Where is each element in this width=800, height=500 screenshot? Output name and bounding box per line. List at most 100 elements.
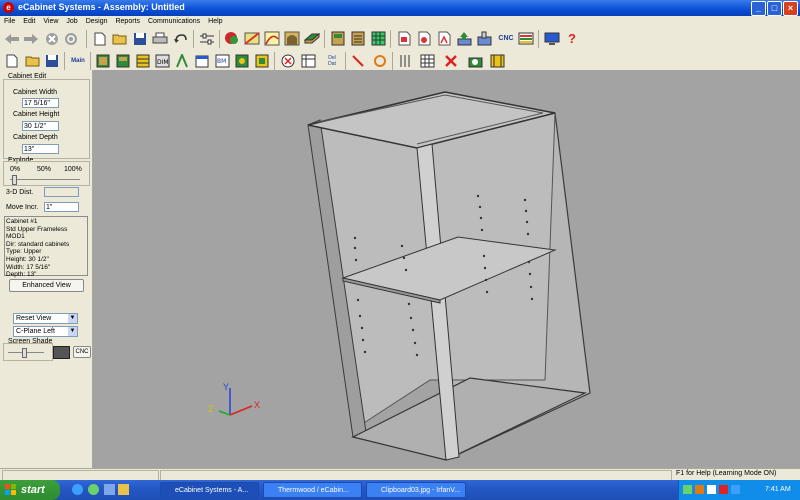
new-file-icon[interactable]	[91, 30, 109, 47]
design-open-icon[interactable]	[23, 52, 41, 69]
machine-icon[interactable]	[475, 30, 493, 47]
help-button[interactable]: ?	[563, 30, 581, 47]
axis-z-label: Z	[208, 404, 214, 414]
system-tray: 7:41 AM	[678, 480, 800, 500]
tray-security-icon[interactable]	[695, 485, 704, 494]
report-doc2-icon[interactable]	[415, 30, 433, 47]
curve-edit-icon[interactable]	[263, 30, 281, 47]
screen-shade-swatch[interactable]	[53, 346, 70, 359]
info-line: Dir: standard cabinets	[6, 240, 70, 248]
desktop-icon[interactable]	[104, 484, 115, 495]
print-icon[interactable]	[151, 30, 169, 47]
menu-communications[interactable]: Communications	[144, 16, 204, 27]
cnc-panel-button[interactable]: CNC	[73, 346, 91, 358]
cabinet-front-icon[interactable]	[94, 52, 112, 69]
close-button[interactable]: ×	[783, 1, 798, 16]
explode-tick-50: 50%	[37, 166, 52, 173]
upload-icon[interactable]	[455, 30, 473, 47]
screen-shade-thumb[interactable]	[22, 348, 27, 358]
dist-field[interactable]	[44, 187, 79, 197]
delete-icon[interactable]	[442, 52, 460, 69]
info-line: Width: 17 5/16"	[6, 263, 51, 271]
left-panel: Cabinet Edit Cabinet Width 17 5/16" Cabi…	[0, 70, 93, 468]
menu-file[interactable]: File	[0, 16, 19, 27]
minimize-button[interactable]: _	[751, 1, 766, 16]
menu-reports[interactable]: Reports	[111, 16, 144, 27]
enhanced-view-button[interactable]: Enhanced View	[9, 279, 84, 292]
explode-slider[interactable]	[10, 179, 80, 180]
move-incr-label: Move Incr.	[6, 204, 39, 211]
frame-icon[interactable]	[488, 52, 506, 69]
material-icon[interactable]	[223, 30, 241, 47]
cplane-dropdown[interactable]: C-Plane Left ▼	[13, 326, 78, 337]
delete-dat-button[interactable]: Del Dat	[321, 52, 343, 69]
3d-viewport[interactable]: Y X Z	[93, 70, 800, 468]
move-incr-field[interactable]: 1"	[44, 202, 79, 212]
x-axis-icon[interactable]	[279, 52, 297, 69]
rainbow-bar-icon[interactable]	[517, 30, 535, 47]
stop-icon[interactable]	[43, 30, 61, 47]
grid-layout-icon[interactable]	[369, 30, 387, 47]
bom-icon[interactable]: BM	[213, 52, 231, 69]
explode-slider-thumb[interactable]	[12, 175, 17, 185]
taskbar-item-ecabinet[interactable]: eCabinet Systems - A...	[160, 482, 259, 498]
dimension-icon[interactable]: DIM	[153, 52, 171, 69]
hardware-icon[interactable]	[233, 52, 251, 69]
table-edit-icon[interactable]	[299, 52, 317, 69]
arch-door-icon[interactable]	[283, 30, 301, 47]
settings-sliders-icon[interactable]	[198, 30, 216, 47]
menu-help[interactable]: Help	[204, 16, 226, 27]
tray-volume-icon[interactable]	[707, 485, 716, 494]
door-style-icon[interactable]	[253, 52, 271, 69]
report-doc-icon[interactable]	[395, 30, 413, 47]
open-folder-icon[interactable]	[111, 30, 129, 47]
menu-job[interactable]: Job	[62, 16, 81, 27]
design-save-icon[interactable]	[43, 52, 61, 69]
panel-stock-icon[interactable]	[303, 30, 321, 47]
camera-icon[interactable]	[466, 52, 484, 69]
calendar-icon[interactable]	[193, 52, 211, 69]
report-doc3-icon[interactable]	[435, 30, 453, 47]
menu-design[interactable]: Design	[82, 16, 112, 27]
reset-view-dropdown[interactable]: Reset View ▼	[13, 313, 78, 324]
cabinet-upper-icon[interactable]	[114, 52, 132, 69]
taskbar-item-thermwood[interactable]: Thermwood / eCabin...	[263, 482, 362, 498]
tray-alert-icon[interactable]	[719, 485, 728, 494]
tray-network-icon[interactable]	[683, 485, 692, 494]
tray-app-icon[interactable]	[731, 485, 740, 494]
start-button[interactable]: start	[0, 480, 60, 500]
forward-arrow-icon[interactable]	[22, 30, 40, 47]
menu-view[interactable]: View	[39, 16, 62, 27]
ie-icon[interactable]	[72, 484, 83, 495]
monitor-icon[interactable]	[543, 30, 561, 47]
hinge-icon[interactable]	[173, 52, 191, 69]
folder-quicklaunch-icon[interactable]	[118, 484, 129, 495]
refresh-icon[interactable]	[62, 30, 80, 47]
chevron-down-icon: ▼	[68, 327, 77, 336]
menu-edit[interactable]: Edit	[19, 16, 39, 27]
taskbar-item-irfanview[interactable]: Clipboard03.jpg - IrfanV...	[366, 482, 466, 498]
grid-cut-icon[interactable]	[418, 52, 436, 69]
rotate-icon[interactable]	[371, 52, 389, 69]
cabinet-info-box: Cabinet #1 Std Upper Frameless MOD1 Dir:…	[4, 216, 88, 278]
split-vertical-icon[interactable]	[396, 52, 414, 69]
edgebanding-icon[interactable]	[243, 30, 261, 47]
maximize-button[interactable]: □	[767, 1, 782, 16]
cabinet-base-icon[interactable]	[329, 30, 347, 47]
firefox-icon[interactable]	[88, 484, 99, 495]
cabinet-height-field[interactable]: 30 1/2"	[22, 121, 59, 131]
cnc-button[interactable]: CNC	[495, 30, 517, 47]
save-icon[interactable]	[131, 30, 149, 47]
cabinet-depth-field[interactable]: 13"	[22, 144, 59, 154]
cabinet-width-field[interactable]: 17 5/16"	[22, 98, 59, 108]
cabinet-width-label: Cabinet Width	[13, 89, 57, 96]
ecabinet-app-icon[interactable]: e	[3, 2, 14, 13]
pointer-icon[interactable]	[349, 52, 367, 69]
cabinet-list-icon[interactable]	[349, 30, 367, 47]
design-new-icon[interactable]	[3, 52, 21, 69]
drawer-icon[interactable]	[134, 52, 152, 69]
undo-icon[interactable]	[171, 30, 189, 47]
back-arrow-icon[interactable]	[3, 30, 21, 47]
svg-text:DIM: DIM	[157, 59, 169, 66]
main-button[interactable]: Main	[69, 52, 87, 69]
